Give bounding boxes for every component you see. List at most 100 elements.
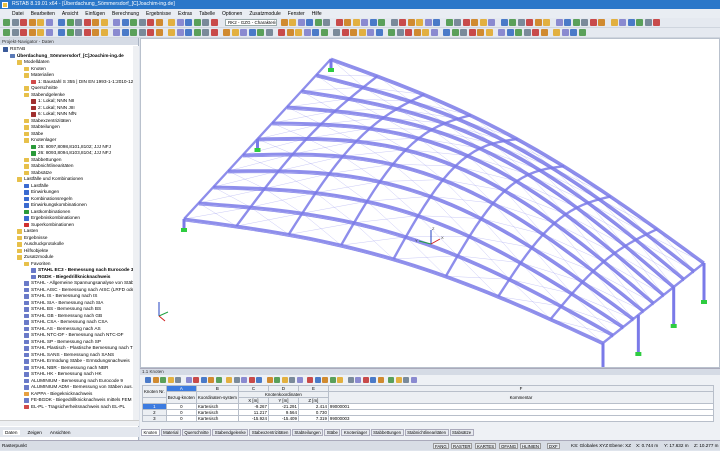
toolbar-button-icon[interactable] [526,19,533,26]
toolbar-button-icon[interactable] [155,19,163,26]
table-tab[interactable]: Material [160,429,181,436]
toolbar-button-icon[interactable] [422,29,429,36]
toolbar-button-icon[interactable] [653,19,660,26]
table-row[interactable]: 3 0 Kartesisch -15.924 -15.409 7.319 99000003 [142,415,715,422]
table-toolbar-button-icon[interactable] [329,376,336,383]
toolbar-button-icon[interactable] [58,29,65,36]
table-toolbar-button-icon[interactable] [388,376,394,383]
toolbar-button-icon[interactable] [570,29,577,36]
toolbar-button-icon[interactable] [295,29,302,36]
table-toolbar-button-icon[interactable] [322,376,328,383]
3d-model-view[interactable]: Z Y X [140,38,720,384]
toolbar-button-icon[interactable] [352,19,360,26]
toolbar-button-icon[interactable] [240,29,247,36]
toolbar-button-icon[interactable] [20,29,27,36]
toolbar-button-icon[interactable] [45,19,53,26]
menu-fenster[interactable]: Fenster [288,11,305,17]
toolbar-button-icon[interactable] [11,19,19,26]
toolbar-button-icon[interactable] [58,19,65,26]
toolbar-button-icon[interactable] [443,29,450,36]
table-toolbar-button-icon[interactable] [200,376,207,383]
toolbar-button-icon[interactable] [367,29,374,36]
table-toolbar-button-icon[interactable] [248,376,255,383]
table-tab[interactable]: Stabteilungen [291,429,324,436]
toggle-fang[interactable]: FANG [433,443,449,449]
toolbar-button-icon[interactable] [92,19,99,26]
tree-item[interactable]: EL-PL - Tragsicherheitsnachweis nach EL-… [0,404,133,411]
menu-datei[interactable]: Datei [12,11,24,17]
toolbar-button-icon[interactable] [369,19,377,26]
toolbar-button-icon[interactable] [130,19,137,26]
toolbar-button-icon[interactable] [121,29,129,36]
toolbar-button-icon[interactable] [28,19,36,26]
toolbar-button-icon[interactable] [303,29,311,36]
toggle-dxf[interactable]: DXF [547,443,560,449]
toolbar-button-icon[interactable] [231,29,239,36]
menu-extras[interactable]: Extras [178,11,192,17]
toolbar-button-icon[interactable] [344,19,351,26]
table-toolbar-button-icon[interactable] [266,376,273,383]
cell-ref[interactable]: 0 [165,415,197,422]
table-toolbar-button-icon[interactable] [185,376,192,383]
toolbar-button-icon[interactable] [66,29,74,36]
menu-einfügen[interactable]: Einfügen [85,11,105,17]
toolbar-button-icon[interactable] [572,19,580,26]
toolbar-button-icon[interactable] [581,19,588,26]
table-toolbar-button-icon[interactable] [241,376,247,383]
toolbar-button-icon[interactable] [223,29,230,36]
toolbar-button-icon[interactable] [416,19,423,26]
toolbar-button-icon[interactable] [176,29,184,36]
toolbar-button-icon[interactable] [610,19,618,26]
table-toolbar-button-icon[interactable] [403,376,409,383]
toggle-kartes[interactable]: KARTES [475,443,497,449]
toolbar-button-icon[interactable] [66,19,74,26]
table-tab[interactable]: Stäbe [324,429,341,436]
table-toolbar-button-icon[interactable] [167,376,174,383]
toggle-hlinien[interactable]: HLINIEN [520,443,541,449]
table-toolbar-button-icon[interactable] [355,376,361,383]
table-toolbar-button-icon[interactable] [337,376,343,383]
toolbar-button-icon[interactable] [485,29,493,36]
toolbar-button-icon[interactable] [335,19,343,26]
menu-ergebnisse[interactable]: Ergebnisse [146,11,171,17]
toolbar-button-icon[interactable] [424,19,432,26]
toolbar-button-icon[interactable] [506,29,514,36]
toolbar-button-icon[interactable] [37,29,44,36]
toolbar-button-icon[interactable] [523,29,531,36]
toolbar-button-icon[interactable] [75,19,82,26]
toolbar-button-icon[interactable] [407,19,415,26]
toolbar-button-icon[interactable] [130,29,137,36]
toolbar-button-icon[interactable] [100,29,108,36]
table-toolbar-button-icon[interactable] [377,376,384,383]
table-toolbar-button-icon[interactable] [289,376,295,383]
table-tab[interactable]: Querschnitte [181,429,212,436]
toolbar-button-icon[interactable] [451,29,459,36]
toolbar-button-icon[interactable] [433,19,440,26]
cell-sys[interactable]: Kartesisch [195,415,239,422]
toolbar-button-icon[interactable] [430,29,438,36]
toolbar-button-icon[interactable] [405,29,412,36]
toolbar-button-icon[interactable] [92,29,99,36]
table-toolbar-button-icon[interactable] [160,376,166,383]
table-toolbar-button-icon[interactable] [370,376,376,383]
table-toolbar-button-icon[interactable] [314,376,321,383]
toolbar-button-icon[interactable] [358,29,366,36]
tab-zeigen[interactable]: Zeigen [28,430,42,435]
toolbar-button-icon[interactable] [644,19,652,26]
toolbar-button-icon[interactable] [83,29,91,36]
toolbar-button-icon[interactable] [396,29,404,36]
toolbar-button-icon[interactable] [388,29,395,36]
toolbar-button-icon[interactable] [3,19,10,26]
menu-zusatzmodule[interactable]: Zusatzmodule [249,11,280,17]
toolbar-button-icon[interactable] [320,29,328,36]
table-tab[interactable]: Stabendgelenke [212,429,249,436]
table-toolbar-button-icon[interactable] [296,376,303,383]
toolbar-button-icon[interactable] [627,19,635,26]
table-toolbar-button-icon[interactable] [145,376,151,383]
menu-tabelle[interactable]: Tabelle [199,11,215,17]
toolbar-button-icon[interactable] [460,29,467,36]
toolbar-button-icon[interactable] [488,19,495,26]
toolbar-button-icon[interactable] [468,29,476,36]
toolbar-button-icon[interactable] [37,19,44,26]
toolbar-button-icon[interactable] [534,19,542,26]
